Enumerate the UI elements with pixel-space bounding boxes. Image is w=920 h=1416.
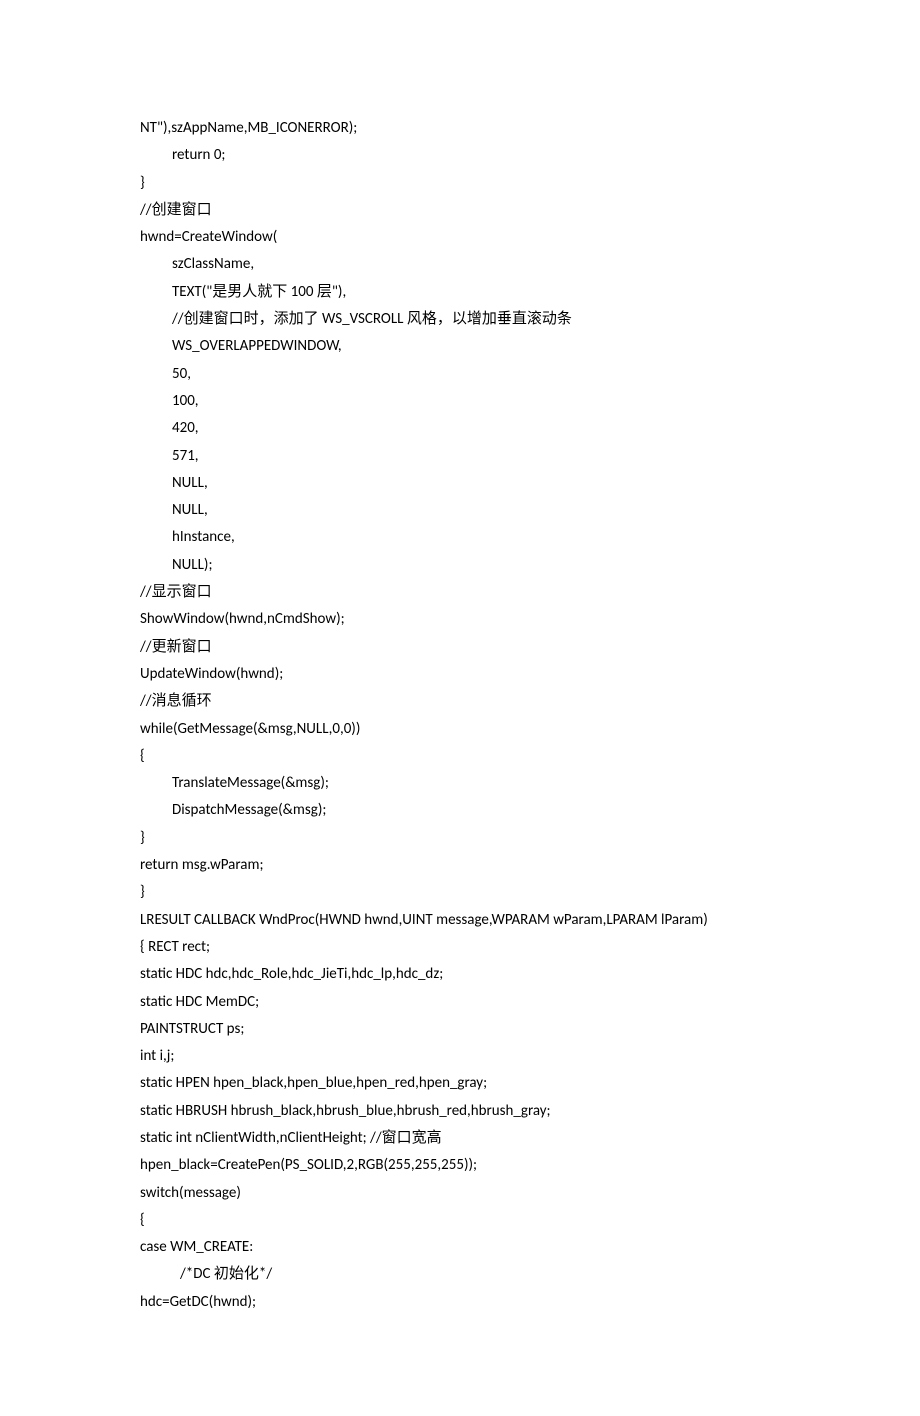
code-line: LRESULT CALLBACK WndProc(HWND hwnd,UINT … (140, 907, 780, 934)
code-line: NULL, (140, 497, 780, 524)
code-line: NULL, (140, 470, 780, 497)
code-line: TranslateMessage(&msg); (140, 770, 780, 797)
code-block: NT"),szAppName,MB_ICONERROR);return 0;}/… (140, 115, 780, 1316)
code-line: case WM_CREATE: (140, 1234, 780, 1261)
code-line: return msg.wParam; (140, 852, 780, 879)
code-line: 100, (140, 388, 780, 415)
code-line: szClassName, (140, 251, 780, 278)
code-line: //更新窗口 (140, 634, 780, 661)
code-line: int i,j; (140, 1043, 780, 1070)
code-line: DispatchMessage(&msg); (140, 797, 780, 824)
code-line: /*DC 初始化*/ (140, 1261, 780, 1288)
code-line: //创建窗口时，添加了 WS_VSCROLL 风格，以增加垂直滚动条 (140, 306, 780, 333)
code-line: UpdateWindow(hwnd); (140, 661, 780, 688)
code-line: { (140, 743, 780, 770)
code-line: 571, (140, 443, 780, 470)
code-line: return 0; (140, 142, 780, 169)
code-line: { RECT rect; (140, 934, 780, 961)
code-line: //创建窗口 (140, 197, 780, 224)
code-line: 420, (140, 415, 780, 442)
code-line: NT"),szAppName,MB_ICONERROR); (140, 115, 780, 142)
code-line: PAINTSTRUCT ps; (140, 1016, 780, 1043)
code-line: } (140, 170, 780, 197)
code-line: switch(message) (140, 1180, 780, 1207)
code-line: hpen_black=CreatePen(PS_SOLID,2,RGB(255,… (140, 1152, 780, 1179)
code-line: static HPEN hpen_black,hpen_blue,hpen_re… (140, 1070, 780, 1097)
code-line: hInstance, (140, 524, 780, 551)
code-line: NULL); (140, 552, 780, 579)
code-line: while(GetMessage(&msg,NULL,0,0)) (140, 716, 780, 743)
code-line: } (140, 825, 780, 852)
code-line: TEXT("是男人就下 100 层"), (140, 279, 780, 306)
code-line: //消息循环 (140, 688, 780, 715)
code-line: hdc=GetDC(hwnd); (140, 1289, 780, 1316)
code-line: } (140, 879, 780, 906)
code-line: static int nClientWidth,nClientHeight; /… (140, 1125, 780, 1152)
code-line: static HDC hdc,hdc_Role,hdc_JieTi,hdc_lp… (140, 961, 780, 988)
code-line: //显示窗口 (140, 579, 780, 606)
code-line: ShowWindow(hwnd,nCmdShow); (140, 606, 780, 633)
code-line: hwnd=CreateWindow( (140, 224, 780, 251)
code-line: WS_OVERLAPPEDWINDOW, (140, 333, 780, 360)
code-line: static HBRUSH hbrush_black,hbrush_blue,h… (140, 1098, 780, 1125)
code-line: static HDC MemDC; (140, 989, 780, 1016)
code-line: { (140, 1207, 780, 1234)
code-line: 50, (140, 361, 780, 388)
document-page: NT"),szAppName,MB_ICONERROR);return 0;}/… (0, 0, 920, 1416)
